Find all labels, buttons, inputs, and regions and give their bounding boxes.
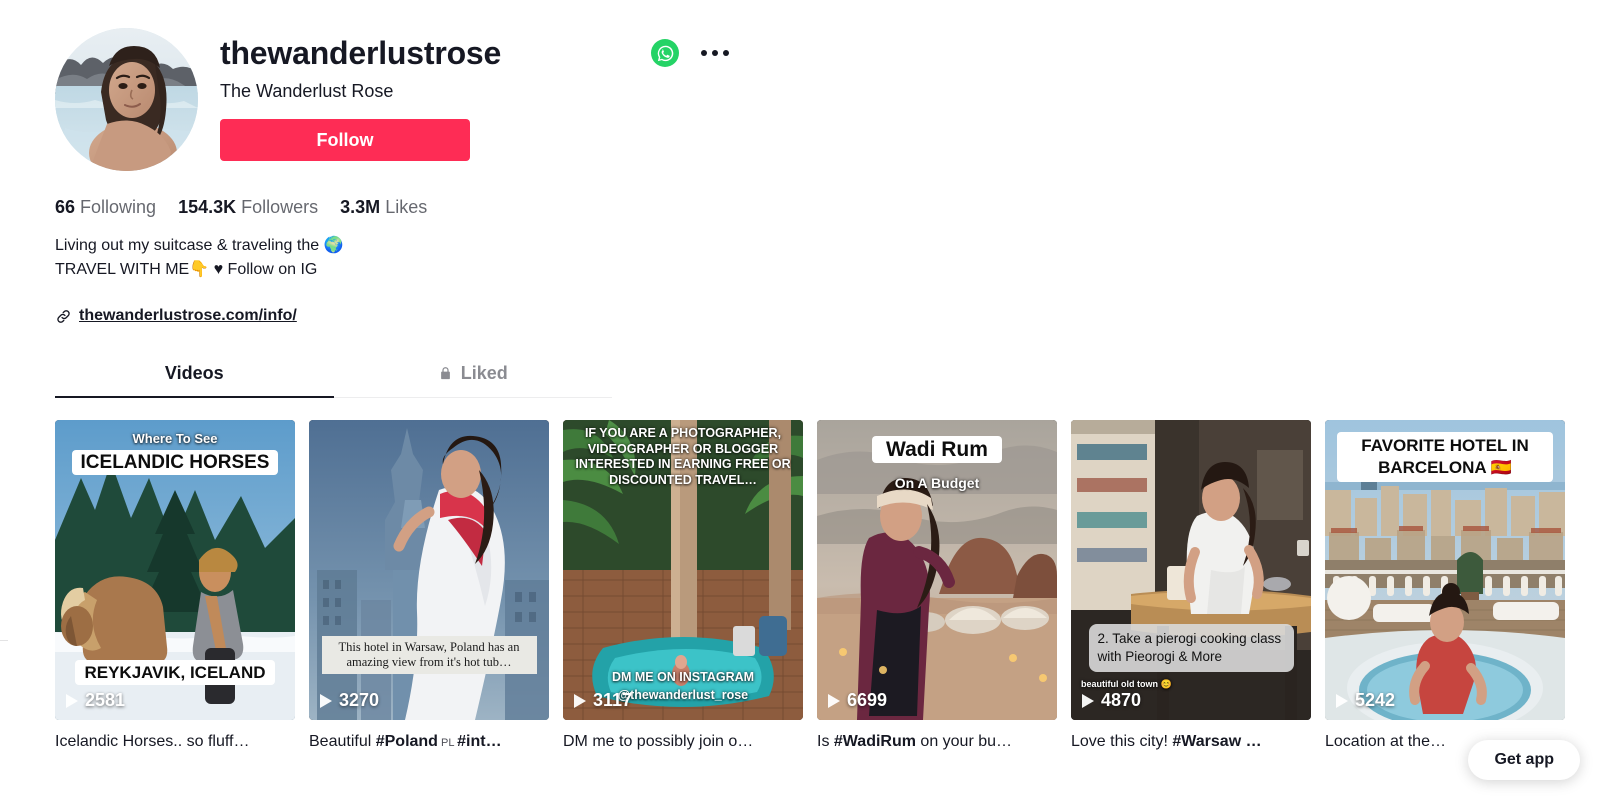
- video-card[interactable]: Where To See ICELANDIC HORSES REYKJAVIK,…: [55, 420, 295, 754]
- username-row: thewanderlustrose: [220, 34, 730, 72]
- video-card[interactable]: IF YOU ARE A PHOTOGRAPHER, VIDEOGRAPHER …: [563, 420, 803, 754]
- whatsapp-glyph: [657, 45, 673, 61]
- play-count-value: 5242: [1355, 690, 1396, 710]
- avatar-image: [55, 28, 198, 171]
- tab-videos-label: Videos: [164, 363, 224, 383]
- caption-tiny: PL: [437, 737, 458, 749]
- video-caption[interactable]: DM me to possibly join o…: [563, 731, 803, 752]
- followers-count: 154.3K: [178, 197, 237, 217]
- video-card[interactable]: 2. Take a pierogi cooking class with Pie…: [1071, 420, 1311, 754]
- thumbnail-image: [563, 420, 803, 720]
- video-card[interactable]: This hotel in Warsaw, Poland has an amaz…: [309, 420, 549, 754]
- caption-hashtag: #Warsaw …: [1172, 733, 1262, 750]
- play-icon: [828, 693, 840, 708]
- stat-followers[interactable]: 154.3K Followers: [178, 197, 318, 218]
- link-icon: [57, 309, 70, 323]
- follow-button[interactable]: Follow: [220, 119, 470, 161]
- profile-stats: 66 Following 154.3K Followers 3.3M Likes: [55, 197, 1600, 218]
- lock-icon: [440, 367, 450, 380]
- dot: [701, 50, 708, 56]
- tab-liked-label: Liked: [460, 363, 508, 383]
- play-count: 4870: [1082, 690, 1141, 711]
- video-card[interactable]: Wadi Rum On A Budget 6699 Is #WadiRum on…: [817, 420, 1057, 754]
- stat-following[interactable]: 66 Following: [55, 197, 156, 218]
- whatsapp-icon[interactable]: [651, 39, 680, 67]
- play-icon: [1336, 693, 1348, 708]
- play-count-value: 3117: [593, 690, 633, 710]
- likes-label: Likes: [385, 197, 428, 217]
- caption-part: Is: [817, 733, 834, 750]
- video-thumbnail[interactable]: FAVORITE HOTEL IN BARCELONA 🇪🇸 5242: [1325, 420, 1565, 720]
- tiktok-profile-page: thewanderlustrose The Wanderlust Rose Fo…: [0, 0, 1600, 797]
- following-count: 66: [55, 197, 76, 217]
- play-count: 2581: [66, 690, 125, 711]
- avatar-row: thewanderlustrose The Wanderlust Rose Fo…: [55, 28, 1600, 171]
- bio-link-text: thewanderlustrose.com/info/: [79, 307, 297, 324]
- left-edge-divider: [0, 640, 8, 641]
- play-count-value: 4870: [1101, 690, 1142, 710]
- more-options-icon[interactable]: [701, 50, 730, 56]
- bio-line-2: TRAVEL WITH ME👇 ♥ Follow on IG: [55, 261, 318, 278]
- video-thumbnail[interactable]: Wadi Rum On A Budget 6699: [817, 420, 1057, 720]
- video-caption[interactable]: Is #WadiRum on your bu…: [817, 731, 1057, 752]
- active-tab-underline: [55, 396, 334, 398]
- profile-info: thewanderlustrose The Wanderlust Rose Fo…: [220, 28, 730, 161]
- play-icon: [1082, 693, 1094, 708]
- play-count-value: 3270: [339, 690, 380, 710]
- caption-part: on your bu…: [915, 733, 1013, 750]
- video-caption[interactable]: Icelandic Horses.. so fluff…: [55, 731, 295, 752]
- followers-label: Followers: [241, 197, 319, 217]
- likes-count: 3.3M: [340, 197, 381, 217]
- profile-header: thewanderlustrose The Wanderlust Rose Fo…: [0, 0, 1600, 171]
- play-count: 3270: [320, 690, 379, 711]
- profile-nickname: The Wanderlust Rose: [220, 81, 394, 101]
- play-count-value: 2581: [85, 690, 126, 710]
- thumbnail-image: [817, 420, 1057, 720]
- following-label: Following: [80, 197, 157, 217]
- tab-videos[interactable]: Videos: [55, 363, 334, 397]
- play-count-value: 6699: [847, 690, 888, 710]
- avatar[interactable]: [55, 28, 198, 171]
- caption-part: Love this city!: [1071, 733, 1173, 750]
- thumbnail-image: [1325, 420, 1565, 720]
- dot: [712, 50, 719, 56]
- profile-bio: Living out my suitcase & traveling the 🌍…: [55, 235, 755, 281]
- play-count: 5242: [1336, 690, 1395, 711]
- video-card[interactable]: FAVORITE HOTEL IN BARCELONA 🇪🇸 5242 Loca…: [1325, 420, 1565, 754]
- video-grid: Where To See ICELANDIC HORSES REYKJAVIK,…: [55, 420, 1600, 754]
- overlay-text: beautiful old town 😊: [1081, 679, 1172, 689]
- play-count: 3117: [574, 690, 632, 711]
- caption-hashtag: #Poland: [375, 733, 438, 750]
- video-caption[interactable]: Love this city! #Warsaw …: [1071, 731, 1311, 752]
- profile-tabs: Videos Liked: [55, 363, 612, 398]
- video-thumbnail[interactable]: IF YOU ARE A PHOTOGRAPHER, VIDEOGRAPHER …: [563, 420, 803, 720]
- video-thumbnail[interactable]: This hotel in Warsaw, Poland has an amaz…: [309, 420, 549, 720]
- play-icon: [574, 693, 586, 708]
- video-thumbnail[interactable]: 2. Take a pierogi cooking class with Pie…: [1071, 420, 1311, 720]
- caption-hashtag: #int…: [457, 733, 502, 750]
- stat-likes[interactable]: 3.3M Likes: [340, 197, 427, 218]
- video-caption[interactable]: Beautiful #Poland PL #int…: [309, 731, 549, 754]
- thumbnail-image: [309, 420, 549, 720]
- video-thumbnail[interactable]: Where To See ICELANDIC HORSES REYKJAVIK,…: [55, 420, 295, 720]
- tab-liked[interactable]: Liked: [334, 363, 613, 397]
- get-app-button[interactable]: Get app: [1468, 740, 1580, 780]
- play-icon: [66, 693, 78, 708]
- page-title: thewanderlustrose: [220, 35, 502, 71]
- caption-part: Beautiful: [309, 733, 376, 750]
- thumbnail-image: [55, 420, 295, 720]
- play-icon: [320, 693, 332, 708]
- dot: [723, 50, 730, 56]
- bio-link[interactable]: thewanderlustrose.com/info/: [55, 307, 1600, 325]
- caption-hashtag: #WadiRum: [833, 733, 916, 750]
- play-count: 6699: [828, 690, 887, 711]
- bio-line-1: Living out my suitcase & traveling the 🌍: [55, 237, 344, 254]
